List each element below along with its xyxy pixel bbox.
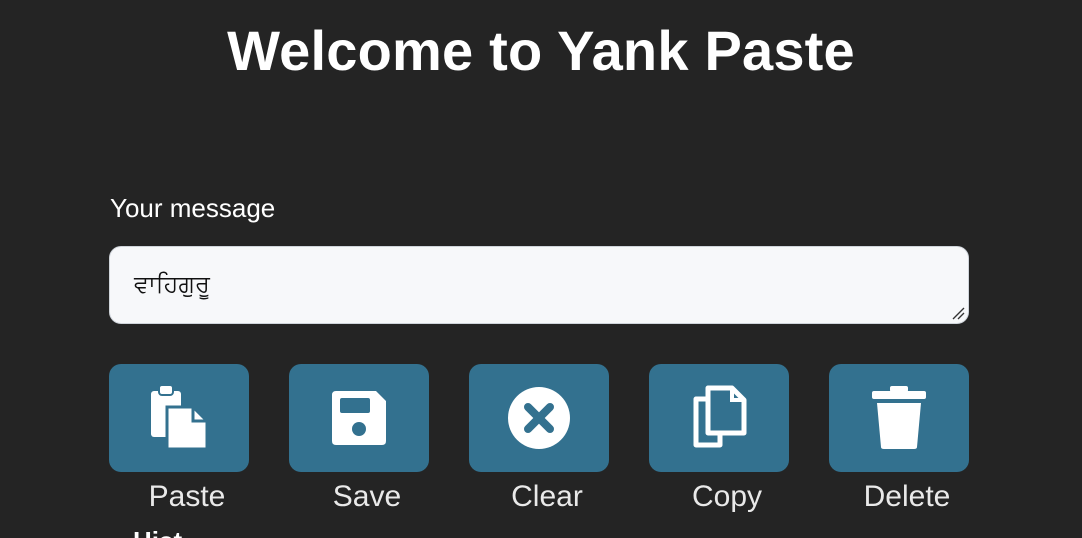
save-button-label: Save: [332, 480, 402, 513]
message-value: ਵਾਹਿਗੁਰੂ: [134, 270, 210, 298]
page-title: Welcome to Yank Paste: [227, 19, 855, 82]
copy-button[interactable]: [649, 364, 789, 472]
delete-button-label: Delete: [863, 480, 951, 513]
page: Welcome to Yank Paste Your message ਵਾਹਿਗ…: [0, 0, 1082, 538]
clear-icon: [508, 387, 570, 449]
clear-button[interactable]: [469, 364, 609, 472]
resize-handle-icon[interactable]: [951, 306, 965, 320]
copy-icon: [693, 385, 747, 448]
copy-button-label: Copy: [691, 480, 763, 513]
paste-button[interactable]: [109, 364, 249, 472]
save-icon: [332, 391, 386, 445]
paste-button-label: Paste: [148, 480, 226, 513]
message-label: Your message: [110, 193, 276, 223]
delete-button[interactable]: [829, 364, 969, 472]
paste-icon: [151, 385, 209, 451]
clear-button-label: Clear: [511, 480, 583, 513]
message-textarea[interactable]: ਵਾਹਿਗੁਰੂ: [109, 246, 969, 324]
save-button[interactable]: [289, 364, 429, 472]
history-heading: Hist: [133, 526, 182, 538]
delete-icon: [872, 386, 926, 449]
